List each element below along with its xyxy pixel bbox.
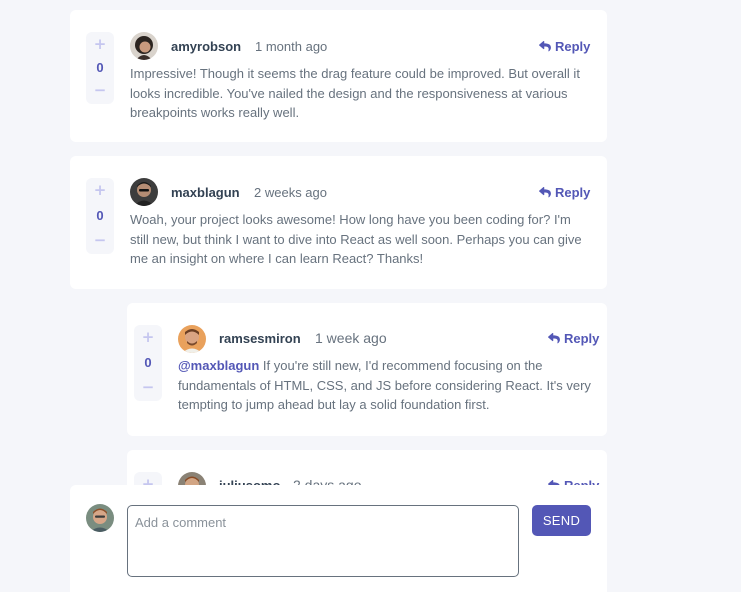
minus-icon[interactable]: − bbox=[94, 233, 107, 248]
timestamp: 2 weeks ago bbox=[254, 185, 327, 200]
comment-card: + 0 − amyrobson 1 month ago Reply Impres… bbox=[70, 10, 607, 142]
minus-icon[interactable]: − bbox=[142, 380, 155, 395]
reply-button[interactable]: Reply bbox=[539, 39, 590, 54]
reply-label: Reply bbox=[555, 39, 591, 54]
reply-arrow-icon bbox=[539, 41, 551, 52]
add-comment-form: SEND bbox=[70, 485, 607, 592]
reply-label: Reply bbox=[555, 185, 591, 200]
comment-text: Impressive! Though it seems the drag fea… bbox=[130, 66, 580, 120]
timestamp: 1 week ago bbox=[315, 330, 387, 346]
comments-page: + 0 − amyrobson 1 month ago Reply Impres… bbox=[0, 0, 741, 592]
avatar bbox=[178, 325, 206, 353]
username[interactable]: amyrobson bbox=[171, 39, 241, 54]
comment-card: + 0 − maxblagun 2 weeks ago Reply Woah, … bbox=[70, 156, 607, 289]
minus-icon[interactable]: − bbox=[94, 83, 107, 98]
comment-text: @maxblagun If you're still new, I'd reco… bbox=[178, 356, 601, 415]
comment-text: Woah, your project looks awesome! How lo… bbox=[130, 212, 582, 266]
reply-label: Reply bbox=[564, 331, 600, 346]
vote-score: 0 bbox=[144, 354, 152, 370]
comment-input[interactable] bbox=[127, 505, 519, 577]
username[interactable]: ramsesmiron bbox=[219, 331, 301, 346]
vote-score: 0 bbox=[96, 207, 104, 223]
current-user-avatar bbox=[86, 504, 114, 532]
reply-arrow-icon bbox=[539, 187, 551, 198]
vote-widget: + 0 − bbox=[86, 178, 114, 254]
avatar bbox=[130, 32, 158, 60]
avatar bbox=[130, 178, 158, 206]
reply-button[interactable]: Reply bbox=[548, 331, 599, 346]
vote-score: 0 bbox=[96, 59, 104, 75]
plus-icon[interactable]: + bbox=[94, 37, 107, 52]
reply-arrow-icon bbox=[548, 333, 560, 344]
mention-link[interactable]: @maxblagun bbox=[178, 358, 259, 373]
timestamp: 1 month ago bbox=[255, 39, 328, 54]
vote-widget: + 0 − bbox=[86, 32, 114, 104]
reply-card: + 0 − ramsesmiron 1 week ago Reply @maxb… bbox=[127, 303, 607, 436]
send-button[interactable]: SEND bbox=[532, 505, 591, 536]
plus-icon[interactable]: + bbox=[94, 183, 107, 198]
reply-button[interactable]: Reply bbox=[539, 185, 590, 200]
plus-icon[interactable]: + bbox=[142, 330, 155, 345]
username[interactable]: maxblagun bbox=[171, 185, 240, 200]
vote-widget: + 0 − bbox=[134, 325, 162, 401]
